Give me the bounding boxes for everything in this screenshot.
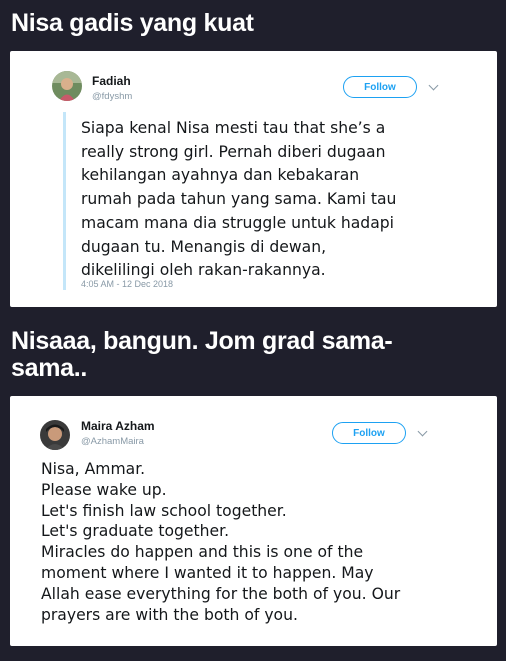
avatar[interactable] (40, 420, 70, 450)
avatar[interactable] (52, 71, 82, 101)
quote-bar (63, 112, 66, 290)
tweet-timestamp[interactable]: 4:05 AM - 12 Dec 2018 (81, 279, 173, 289)
tweet-card-maira[interactable]: Maira Azham @AzhamMaira Follow Nisa, Amm… (10, 396, 497, 646)
author-handle[interactable]: @fdyshm (92, 91, 132, 102)
tweet-text: Siapa kenal Nisa mesti tau that she’s a … (81, 119, 397, 280)
tweet-text: Nisa, Ammar. Please wake up. Let's finis… (41, 460, 401, 624)
avatar-photo-icon (52, 71, 82, 101)
author-name[interactable]: Maira Azham (81, 419, 155, 433)
tweet-card-fadiah[interactable]: Fadiah @fdyshm Follow Siapa kenal Nisa m… (10, 51, 497, 307)
section-title-1: Nisa gadis yang kuat (11, 9, 254, 37)
chevron-down-icon[interactable] (428, 80, 439, 91)
section-title-2: Nisaaa, bangun. Jom grad sama- sama.. (11, 327, 393, 382)
follow-button[interactable]: Follow (343, 76, 417, 98)
avatar-photo-icon (40, 420, 70, 450)
follow-button[interactable]: Follow (332, 422, 406, 444)
author-handle[interactable]: @AzhamMaira (81, 436, 144, 447)
chevron-down-icon[interactable] (417, 426, 428, 437)
author-name[interactable]: Fadiah (92, 74, 131, 88)
